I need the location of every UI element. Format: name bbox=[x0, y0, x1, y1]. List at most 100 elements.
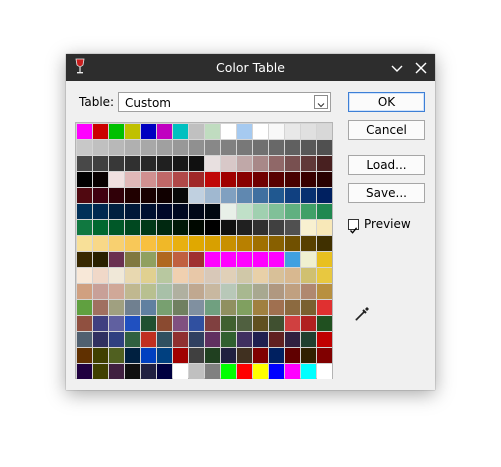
color-swatch[interactable] bbox=[173, 284, 188, 299]
color-swatch[interactable] bbox=[317, 172, 332, 187]
color-swatch[interactable] bbox=[141, 156, 156, 171]
color-swatch[interactable] bbox=[317, 300, 332, 315]
color-swatch[interactable] bbox=[93, 156, 108, 171]
color-swatch[interactable] bbox=[77, 172, 92, 187]
color-swatch[interactable] bbox=[157, 140, 172, 155]
color-swatch[interactable] bbox=[221, 204, 236, 219]
color-swatch[interactable] bbox=[285, 364, 300, 379]
color-swatch[interactable] bbox=[93, 172, 108, 187]
color-swatch[interactable] bbox=[109, 332, 124, 347]
color-swatch[interactable] bbox=[269, 156, 284, 171]
color-swatch[interactable] bbox=[253, 140, 268, 155]
color-swatch[interactable] bbox=[157, 364, 172, 379]
color-swatch[interactable] bbox=[173, 236, 188, 251]
color-swatch[interactable] bbox=[205, 140, 220, 155]
color-swatch[interactable] bbox=[125, 332, 140, 347]
color-swatch[interactable] bbox=[253, 348, 268, 363]
color-swatch[interactable] bbox=[237, 300, 252, 315]
color-swatch[interactable] bbox=[285, 188, 300, 203]
color-swatch[interactable] bbox=[109, 140, 124, 155]
color-swatch[interactable] bbox=[253, 188, 268, 203]
color-swatch[interactable] bbox=[301, 188, 316, 203]
color-swatch[interactable] bbox=[205, 236, 220, 251]
color-swatch[interactable] bbox=[173, 204, 188, 219]
color-swatch[interactable] bbox=[173, 364, 188, 379]
color-swatch[interactable] bbox=[221, 252, 236, 267]
color-swatch[interactable] bbox=[109, 172, 124, 187]
color-swatch[interactable] bbox=[109, 124, 124, 139]
color-swatch[interactable] bbox=[221, 284, 236, 299]
title-bar[interactable]: Color Table bbox=[66, 54, 435, 81]
color-swatch[interactable] bbox=[189, 300, 204, 315]
color-swatch[interactable] bbox=[157, 220, 172, 235]
color-swatch[interactable] bbox=[237, 316, 252, 331]
color-swatch[interactable] bbox=[141, 204, 156, 219]
color-swatch[interactable] bbox=[93, 332, 108, 347]
eyedropper-icon[interactable] bbox=[354, 304, 372, 322]
color-swatch[interactable] bbox=[205, 284, 220, 299]
chevron-down-icon[interactable] bbox=[314, 95, 328, 109]
color-swatch[interactable] bbox=[253, 172, 268, 187]
color-swatch[interactable] bbox=[125, 140, 140, 155]
color-swatch[interactable] bbox=[157, 172, 172, 187]
color-swatch[interactable] bbox=[221, 332, 236, 347]
color-swatch[interactable] bbox=[189, 316, 204, 331]
color-swatch[interactable] bbox=[285, 252, 300, 267]
color-swatch[interactable] bbox=[77, 188, 92, 203]
color-swatch[interactable] bbox=[77, 332, 92, 347]
color-swatch[interactable] bbox=[93, 124, 108, 139]
color-swatch[interactable] bbox=[157, 236, 172, 251]
color-swatch[interactable] bbox=[301, 156, 316, 171]
color-swatch[interactable] bbox=[301, 316, 316, 331]
color-swatch[interactable] bbox=[141, 236, 156, 251]
color-swatch[interactable] bbox=[125, 300, 140, 315]
color-swatch[interactable] bbox=[301, 140, 316, 155]
color-swatch[interactable] bbox=[317, 140, 332, 155]
color-swatch[interactable] bbox=[317, 332, 332, 347]
color-swatch[interactable] bbox=[125, 364, 140, 379]
color-swatch[interactable] bbox=[301, 300, 316, 315]
color-swatch[interactable] bbox=[109, 188, 124, 203]
close-icon[interactable] bbox=[414, 60, 428, 74]
table-select[interactable]: Custom bbox=[118, 92, 331, 112]
color-swatch[interactable] bbox=[221, 140, 236, 155]
color-swatch[interactable] bbox=[189, 268, 204, 283]
color-swatch[interactable] bbox=[189, 220, 204, 235]
color-swatch[interactable] bbox=[189, 188, 204, 203]
color-swatch[interactable] bbox=[173, 252, 188, 267]
color-swatch[interactable] bbox=[173, 188, 188, 203]
color-swatch[interactable] bbox=[301, 220, 316, 235]
color-swatch[interactable] bbox=[285, 156, 300, 171]
color-swatch[interactable] bbox=[141, 172, 156, 187]
color-swatch[interactable] bbox=[237, 140, 252, 155]
color-swatch[interactable] bbox=[301, 252, 316, 267]
color-swatch[interactable] bbox=[253, 300, 268, 315]
color-swatch[interactable] bbox=[125, 284, 140, 299]
color-swatch[interactable] bbox=[269, 316, 284, 331]
color-swatch[interactable] bbox=[285, 140, 300, 155]
color-swatch[interactable] bbox=[109, 220, 124, 235]
color-swatch[interactable] bbox=[205, 348, 220, 363]
color-swatch[interactable] bbox=[93, 268, 108, 283]
color-swatch[interactable] bbox=[285, 300, 300, 315]
color-swatch[interactable] bbox=[269, 284, 284, 299]
color-swatch[interactable] bbox=[205, 316, 220, 331]
color-swatch[interactable] bbox=[173, 140, 188, 155]
color-swatch[interactable] bbox=[221, 300, 236, 315]
color-swatch[interactable] bbox=[125, 172, 140, 187]
color-swatch[interactable] bbox=[189, 156, 204, 171]
color-swatch[interactable] bbox=[237, 188, 252, 203]
color-swatch[interactable] bbox=[317, 124, 332, 139]
color-swatch[interactable] bbox=[157, 124, 172, 139]
color-swatch[interactable] bbox=[221, 188, 236, 203]
color-swatch[interactable] bbox=[77, 364, 92, 379]
color-swatch[interactable] bbox=[269, 220, 284, 235]
color-swatch[interactable] bbox=[237, 156, 252, 171]
color-swatch[interactable] bbox=[285, 204, 300, 219]
color-swatch[interactable] bbox=[253, 284, 268, 299]
color-swatch[interactable] bbox=[77, 252, 92, 267]
color-swatch[interactable] bbox=[77, 156, 92, 171]
color-swatch[interactable] bbox=[93, 236, 108, 251]
color-swatch[interactable] bbox=[189, 172, 204, 187]
color-swatch[interactable] bbox=[205, 364, 220, 379]
